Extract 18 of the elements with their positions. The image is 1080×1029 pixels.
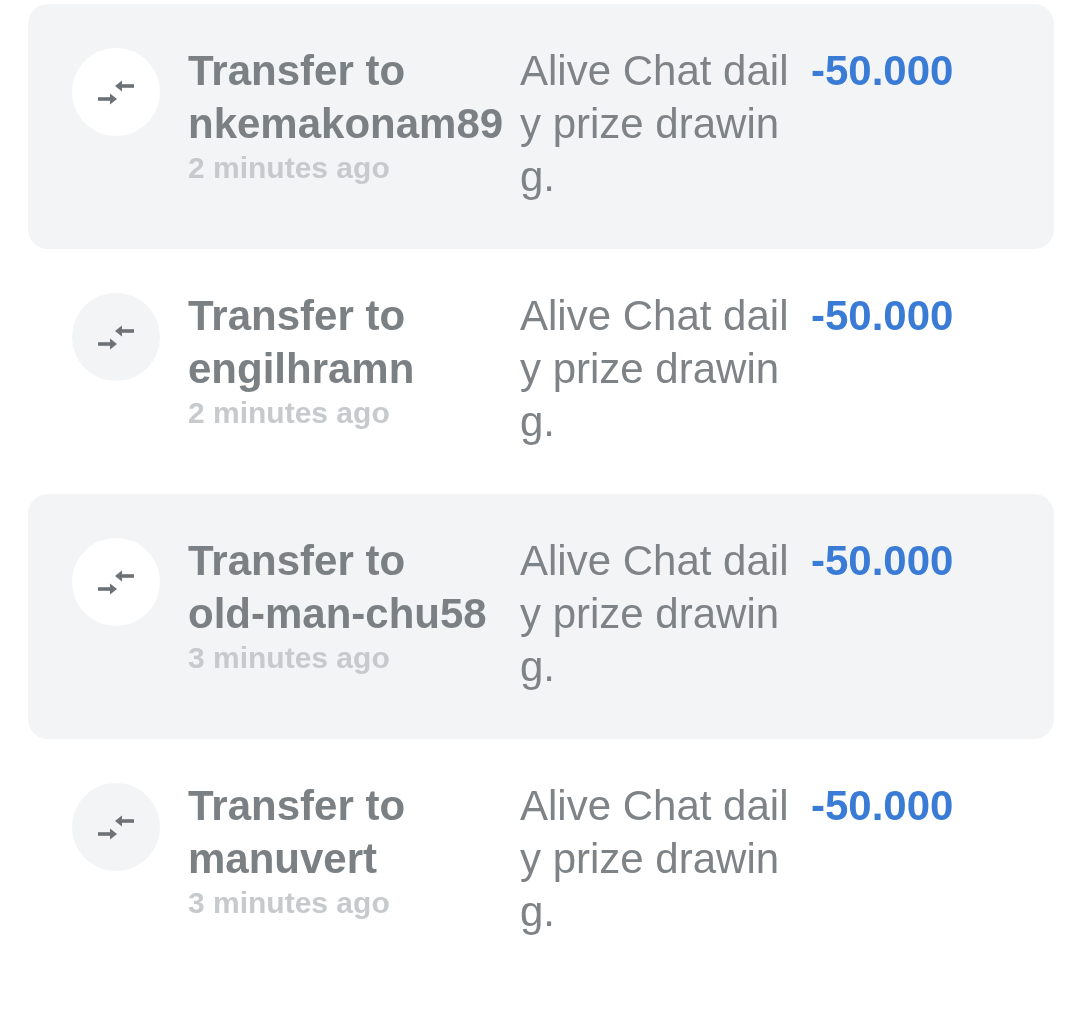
amount: -50.000 [811,46,954,96]
converging-arrows-icon [72,48,160,136]
converging-arrows-icon [72,783,160,871]
amount: -50.000 [811,291,954,341]
transfer-title: Transfer to engilhramn [188,291,416,394]
converging-arrows-icon [72,293,160,381]
amount: -50.000 [811,536,954,586]
transfer-title: Transfer to nkemakonam89 [188,46,505,149]
timestamp: 3 minutes ago [188,885,391,921]
transaction-description: Alive Chat daily prize drawing. [520,291,790,447]
transaction-description: Alive Chat daily prize drawing. [520,781,790,937]
transaction-description: Alive Chat daily prize drawing. [520,536,790,692]
amount: -50.000 [811,781,954,831]
transaction-description: Alive Chat daily prize drawing. [520,46,790,202]
converging-arrows-icon [72,538,160,626]
transfer-title: Transfer to old-man-chu58 [188,536,488,639]
transfer-title: Transfer to manuvert [188,781,407,884]
timestamp: 2 minutes ago [188,395,391,431]
